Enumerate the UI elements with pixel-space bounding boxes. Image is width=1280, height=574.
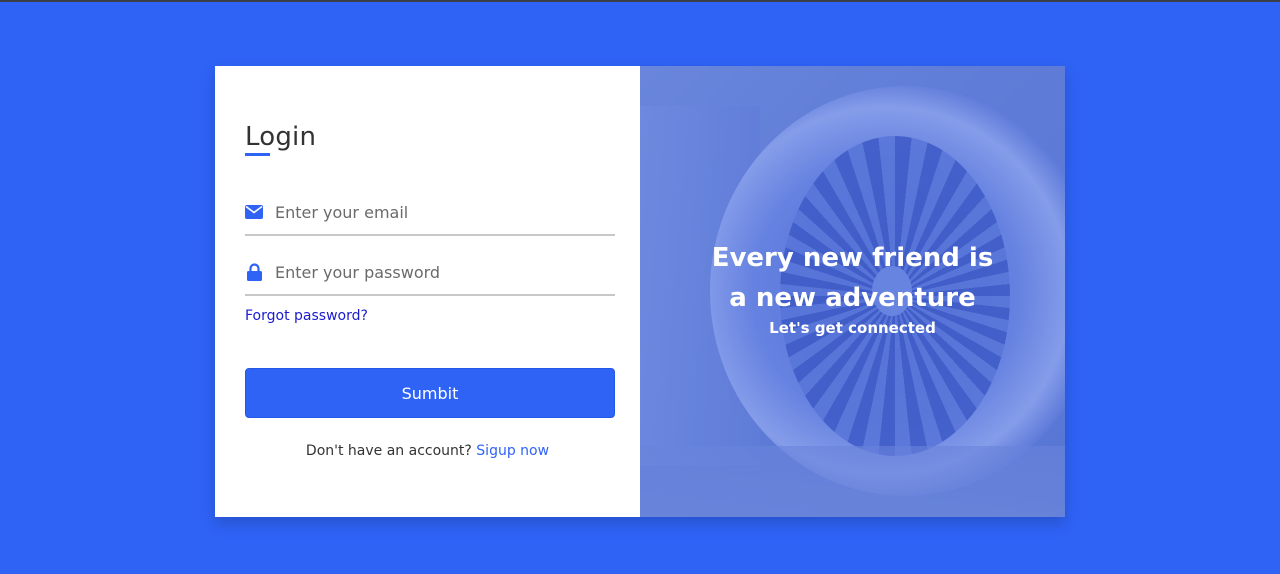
signup-prompt-text: Don't have an account?: [305, 443, 472, 459]
promo-headline: Every new friend is a new adventure: [711, 243, 994, 313]
email-input[interactable]: [275, 197, 595, 227]
signup-link[interactable]: Sigup now: [476, 443, 549, 459]
forgot-password-link[interactable]: Forgot password?: [245, 308, 368, 324]
submit-button[interactable]: Sumbit: [245, 368, 615, 418]
login-form: Login Forgot password? Sumbit: [215, 66, 640, 517]
window-top-border: [0, 0, 1280, 2]
envelope-icon: [245, 203, 263, 221]
lock-icon: [245, 263, 263, 281]
page-title: Login: [245, 122, 317, 152]
promo-text: Every new friend is a new adventure Let'…: [640, 238, 1065, 337]
login-card: Login Forgot password? Sumbit: [215, 66, 1065, 517]
promo-subline: Let's get connected: [769, 319, 936, 337]
email-field-row: [245, 190, 615, 236]
signup-prompt-row: Don't have an account? Sigup now: [215, 443, 640, 459]
title-underline: [245, 153, 270, 156]
password-field-row: [245, 250, 615, 296]
password-input[interactable]: [275, 257, 595, 287]
promo-image-panel: Every new friend is a new adventure Let'…: [640, 66, 1065, 517]
